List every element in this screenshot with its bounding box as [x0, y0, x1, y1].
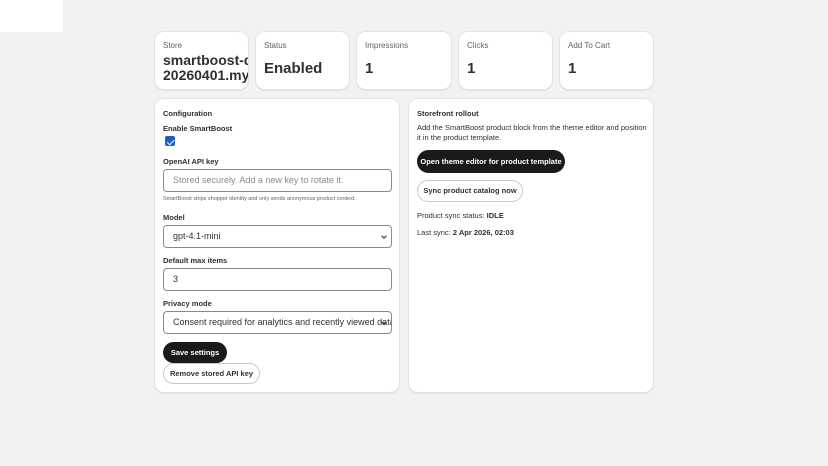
storefront-rollout-description: Add the SmartBoost product block from th… — [417, 123, 647, 142]
api-key-label: OpenAI API key — [163, 157, 219, 166]
add-to-cart-value: 1 — [568, 60, 577, 77]
product-sync-status: Product sync status: IDLE — [417, 211, 504, 220]
model-label: Model — [163, 213, 185, 222]
open-theme-editor-button[interactable]: Open theme editor for product template — [417, 150, 565, 173]
stat-card-status: Status Enabled — [255, 31, 350, 90]
add-to-cart-label: Add To Cart — [568, 41, 611, 50]
impressions-value: 1 — [365, 60, 374, 77]
model-select[interactable]: gpt-4.1-mini — [163, 225, 392, 248]
privacy-mode-label: Privacy mode — [163, 299, 212, 308]
sync-catalog-button[interactable]: Sync product catalog now — [417, 180, 523, 202]
max-items-input[interactable]: 3 — [163, 268, 392, 291]
model-select-value: gpt-4.1-mini — [173, 231, 221, 241]
top-left-panel — [0, 0, 63, 32]
api-key-help-text: SmartBoost strips shopper identity and o… — [163, 196, 356, 202]
storefront-rollout-card: Storefront rollout Add the SmartBoost pr… — [408, 98, 654, 393]
last-sync-label: Last sync: — [417, 228, 451, 237]
max-items-label: Default max items — [163, 256, 228, 265]
last-sync: Last sync: 2 Apr 2026, 02:03 — [417, 228, 514, 237]
configuration-title: Configuration — [163, 109, 213, 118]
stat-card-store: Store smartboost-de 20260401.mys — [154, 31, 249, 90]
enable-smartboost-checkbox[interactable] — [165, 136, 175, 146]
impressions-label: Impressions — [365, 41, 409, 50]
save-settings-button[interactable]: Save settings — [163, 342, 227, 363]
storefront-rollout-title: Storefront rollout — [417, 109, 479, 118]
clicks-label: Clicks — [467, 41, 489, 50]
store-value-line1: smartboost-de — [163, 52, 248, 68]
chevron-down-icon — [381, 233, 387, 239]
store-value: smartboost-de 20260401.mys — [163, 52, 249, 83]
status-value: Enabled — [264, 60, 323, 77]
status-label: Status — [264, 41, 287, 50]
stat-card-clicks: Clicks 1 — [458, 31, 553, 90]
store-value-line2: 20260401.mys — [163, 67, 249, 83]
configuration-card: Configuration Enable SmartBoost OpenAI A… — [154, 98, 400, 393]
privacy-mode-select-value: Consent required for analytics and recen… — [173, 317, 392, 327]
remove-api-key-button[interactable]: Remove stored API key — [163, 363, 260, 384]
last-sync-value: 2 Apr 2026, 02:03 — [452, 228, 514, 237]
store-label: Store — [163, 41, 183, 50]
stat-card-add-to-cart: Add To Cart 1 — [559, 31, 654, 90]
clicks-value: 1 — [467, 60, 476, 77]
stat-card-impressions: Impressions 1 — [356, 31, 452, 90]
product-sync-status-value: IDLE — [486, 211, 504, 220]
enable-smartboost-label: Enable SmartBoost — [163, 124, 233, 133]
privacy-mode-select[interactable]: Consent required for analytics and recen… — [163, 311, 392, 334]
api-key-input[interactable]: Stored securely. Add a new key to rotate… — [163, 169, 392, 192]
product-sync-status-label: Product sync status: — [417, 211, 485, 220]
